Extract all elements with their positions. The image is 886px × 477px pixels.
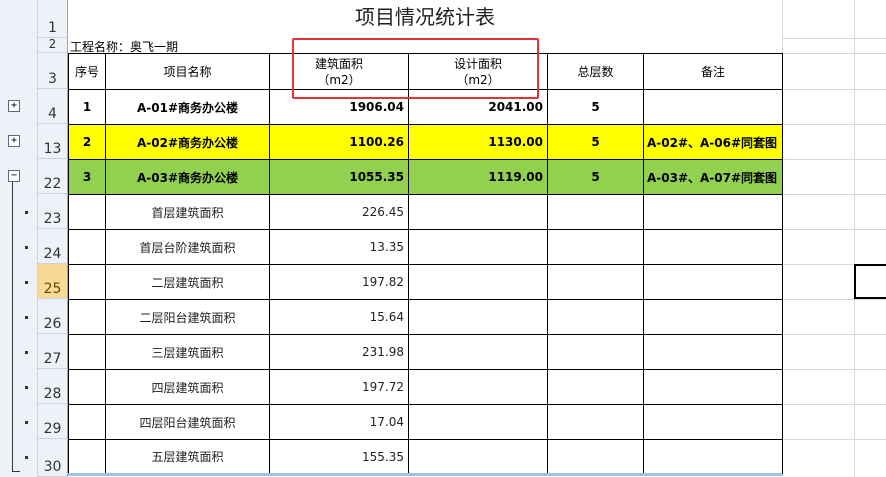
row-header[interactable]: 13 — [38, 124, 68, 159]
detail-value[interactable]: 197.82 — [270, 265, 408, 299]
grid-line — [782, 159, 886, 160]
outline-group-bracket — [12, 182, 13, 472]
detail-name[interactable]: 二层阳台建筑面积 — [106, 300, 269, 334]
grid-line — [782, 194, 886, 195]
grid-line — [782, 299, 886, 300]
grid-line — [782, 38, 886, 39]
cell-seq[interactable]: 2 — [69, 125, 105, 159]
detail-value[interactable]: 155.35 — [270, 440, 408, 473]
outline-level-dot — [25, 456, 28, 459]
grid-line — [782, 369, 886, 370]
header-floors[interactable]: 总层数 — [548, 54, 643, 89]
header-note[interactable]: 备注 — [644, 54, 782, 89]
outline-gutter — [0, 0, 38, 477]
detail-value[interactable]: 197.72 — [270, 370, 408, 404]
row-header[interactable]: 2 — [38, 37, 68, 53]
row-header[interactable]: 30 — [38, 439, 68, 477]
cell-floors[interactable]: 5 — [548, 160, 643, 194]
cell-design-area[interactable]: 1119.00 — [409, 160, 547, 194]
outline-level-dot — [25, 211, 28, 214]
cell-note[interactable] — [644, 90, 782, 124]
row-header[interactable]: 1 — [38, 0, 68, 38]
detail-value[interactable]: 13.35 — [270, 230, 408, 264]
table-border — [782, 53, 783, 474]
grid-line — [782, 53, 886, 54]
grid-line — [782, 229, 886, 230]
cell-seq[interactable]: 1 — [69, 90, 105, 124]
outline-level-dot — [25, 281, 28, 284]
cell-floors[interactable]: 5 — [548, 125, 643, 159]
grid-line — [782, 404, 886, 405]
cell-design-area[interactable]: 1130.00 — [409, 125, 547, 159]
row-header[interactable]: 28 — [38, 369, 68, 404]
cell-floors[interactable]: 5 — [548, 90, 643, 124]
outline-level-dot — [25, 386, 28, 389]
detail-name[interactable]: 首层台阶建筑面积 — [106, 230, 269, 264]
row-header[interactable]: 26 — [38, 299, 68, 334]
detail-value[interactable]: 231.98 — [270, 335, 408, 369]
cell-name[interactable]: A-02#商务办公楼 — [106, 125, 269, 159]
row-header[interactable]: 29 — [38, 404, 68, 439]
row-header[interactable]: 3 — [38, 53, 68, 89]
grid-line — [782, 124, 886, 125]
cell-name[interactable]: A-03#商务办公楼 — [106, 160, 269, 194]
cell-note[interactable]: A-02#、A-06#同套图 — [644, 125, 782, 159]
grid-line — [854, 0, 855, 477]
detail-name[interactable]: 首层建筑面积 — [106, 195, 269, 229]
detail-name[interactable]: 二层建筑面积 — [106, 265, 269, 299]
outline-level-dot — [25, 421, 28, 424]
detail-name[interactable]: 三层建筑面积 — [106, 335, 269, 369]
expand-group-button-row13[interactable]: + — [8, 135, 20, 147]
grid-line — [782, 439, 886, 440]
cell-build-area[interactable]: 1055.35 — [270, 160, 408, 194]
outline-group-bracket-end — [12, 471, 20, 472]
collapse-group-button-row22[interactable]: − — [8, 170, 20, 182]
cell-seq[interactable]: 3 — [69, 160, 105, 194]
row-header[interactable]: 27 — [38, 334, 68, 369]
detail-value[interactable]: 15.64 — [270, 300, 408, 334]
cell-build-area[interactable]: 1100.26 — [270, 125, 408, 159]
detail-value[interactable]: 17.04 — [270, 405, 408, 439]
expand-group-button-row4[interactable]: + — [8, 100, 20, 112]
row-header[interactable]: 4 — [38, 89, 68, 124]
cell-name[interactable]: A-01#商务办公楼 — [106, 90, 269, 124]
header-seq[interactable]: 序号 — [69, 54, 105, 89]
detail-name[interactable]: 四层阳台建筑面积 — [106, 405, 269, 439]
outline-level-dot — [25, 246, 28, 249]
sheet-title[interactable]: 项目情况统计表 — [68, 0, 782, 30]
next-row-hint — [68, 473, 782, 476]
red-annotation-box — [292, 38, 539, 99]
grid-line — [782, 89, 886, 90]
detail-name[interactable]: 四层建筑面积 — [106, 370, 269, 404]
cell-note[interactable]: A-03#、A-07#同套图 — [644, 160, 782, 194]
detail-name[interactable]: 五层建筑面积 — [106, 440, 269, 473]
row-header[interactable]: 24 — [38, 229, 68, 264]
selected-cell[interactable] — [854, 264, 886, 299]
outline-level-dot — [25, 351, 28, 354]
detail-value[interactable]: 226.45 — [270, 195, 408, 229]
row-header[interactable]: 22 — [38, 159, 68, 194]
grid-line — [782, 334, 886, 335]
header-name[interactable]: 项目名称 — [106, 54, 269, 89]
outline-level-dot — [25, 316, 28, 319]
row-header[interactable]: 23 — [38, 194, 68, 229]
row-header-selected[interactable]: 25 — [38, 264, 68, 299]
